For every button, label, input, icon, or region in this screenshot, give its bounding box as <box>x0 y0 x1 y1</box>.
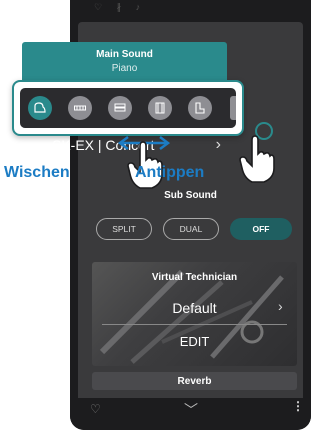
category-upright-piano[interactable] <box>188 96 212 120</box>
divider <box>102 324 287 325</box>
main-sound-value: Piano <box>111 63 138 74</box>
harpsichord-icon <box>155 102 165 114</box>
dual-button[interactable]: DUAL <box>163 218 219 240</box>
top-icons: ♡ ∦ ♪ <box>94 2 147 12</box>
category-selector[interactable] <box>12 80 244 136</box>
organ-icon <box>114 103 126 112</box>
category-track[interactable] <box>20 88 236 128</box>
upright-piano-icon <box>195 102 205 114</box>
more-menu-icon[interactable]: ⋮ <box>292 400 304 412</box>
chevron-right-icon[interactable]: › <box>216 136 221 154</box>
tap-hand-icon <box>239 135 275 183</box>
sub-sound-title: Sub Sound <box>164 190 217 201</box>
category-more-edge <box>230 96 236 120</box>
electric-piano-icon <box>74 105 86 111</box>
chevron-down-icon[interactable]: ﹀ <box>184 400 198 420</box>
category-harpsichord[interactable] <box>148 96 172 120</box>
category-grand-piano[interactable] <box>28 96 52 120</box>
off-button[interactable]: OFF <box>230 218 292 240</box>
chevron-right-icon[interactable]: › <box>278 298 283 314</box>
virtual-technician-title: Virtual Technician <box>151 272 238 283</box>
edit-button[interactable]: EDIT <box>92 334 297 349</box>
grand-piano-icon <box>34 102 46 113</box>
main-sound-title: Main Sound <box>96 49 153 60</box>
reverb-card[interactable]: Reverb <box>92 372 297 390</box>
heart-icon[interactable]: ♡ <box>90 402 101 416</box>
category-organ[interactable] <box>108 96 132 120</box>
category-electric-piano[interactable] <box>68 96 92 120</box>
main-sound-card[interactable]: Main Sound Piano <box>22 42 227 84</box>
swipe-label: Wischen <box>4 164 70 181</box>
virtual-technician-value[interactable]: Default <box>92 300 297 316</box>
split-button[interactable]: SPLIT <box>96 218 152 240</box>
tap-label: Antippen <box>135 164 205 181</box>
